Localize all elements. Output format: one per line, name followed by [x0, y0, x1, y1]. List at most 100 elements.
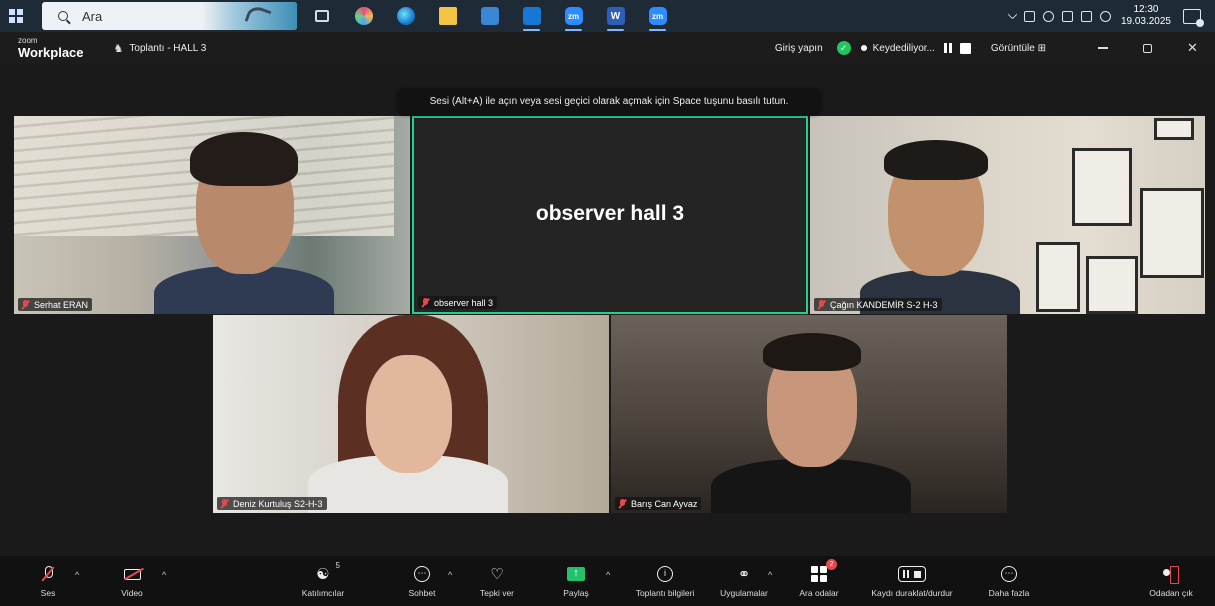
meeting-info-button[interactable]: i Toplantı bilgileri [622, 556, 708, 606]
video-tile[interactable]: Çağın KANDEMİR S-2 H-3 [810, 116, 1205, 314]
info-icon: i [657, 566, 673, 582]
display-icon[interactable] [1080, 10, 1092, 22]
security-shield-icon[interactable]: ✓ [836, 41, 851, 55]
breakout-badge: 2 [826, 559, 837, 570]
meeting-controls-toolbar: Ses ^ Video ^ ☯ 5 Katılımcılar ⋯ Sohbet ^… [0, 556, 1215, 606]
wall-certificate-image [1140, 188, 1204, 278]
recording-status: Keydediliyor... [872, 42, 935, 54]
participant-name: Deniz Kurtuluş S2-H-3 [233, 498, 323, 509]
video-off-icon [123, 568, 141, 580]
search-icon [52, 2, 74, 30]
edge-icon [396, 7, 415, 25]
unmute-hint-tooltip: Sesi (Alt+A) ile açın veya sesi geçici o… [397, 88, 821, 114]
store-icon [480, 7, 499, 25]
record-controls-button[interactable]: Kaydı duraklat/durdur [858, 556, 966, 606]
participant-name: Serhat ERAN [34, 299, 89, 310]
participant-name-tag: Barış Can Ayvaz [615, 497, 702, 510]
pause-stop-recording-icon [898, 566, 926, 582]
taskbar-edge[interactable] [389, 0, 422, 32]
minimize-button[interactable] [1080, 32, 1125, 64]
pinned-apps: zm W zm [305, 0, 674, 32]
file-explorer-icon [438, 7, 457, 25]
taskbar-search-box[interactable]: Ara [42, 2, 297, 30]
taskbar-outlook[interactable] [515, 0, 548, 32]
restore-button[interactable] [1125, 32, 1170, 64]
camera-feed [810, 116, 1205, 314]
windows-taskbar: Ara zm W zm 12:30 19.03.2025 [0, 0, 1215, 32]
react-label: Tepki ver [479, 588, 514, 598]
muted-microphone-icon [42, 566, 54, 582]
taskbar-task-view[interactable] [305, 0, 338, 32]
leave-room-button[interactable]: Odadan çık [1142, 556, 1200, 606]
participant-name-tag: Çağın KANDEMİR S-2 H-3 [814, 298, 942, 311]
volume-icon[interactable] [1099, 10, 1111, 22]
taskbar-word[interactable]: W [599, 0, 632, 32]
signin-link[interactable]: Giriş yapın [775, 43, 823, 54]
taskbar-zoom-2[interactable]: zm [641, 0, 674, 32]
start-button[interactable] [0, 0, 32, 32]
outlook-icon [522, 7, 541, 25]
video-tile[interactable]: Serhat ERAN [14, 116, 410, 314]
taskbar-store[interactable] [473, 0, 506, 32]
breakout-rooms-button[interactable]: 2 Ara odalar [791, 556, 847, 606]
participant-silhouette [154, 126, 334, 314]
taskbar-zoom-1[interactable]: zm [557, 0, 590, 32]
zoom-app-icon: zm [564, 7, 583, 25]
recording-dot-icon [860, 45, 867, 51]
video-button[interactable]: Video [112, 556, 152, 606]
more-icon: ⋯ [1001, 566, 1017, 582]
leave-room-icon [1163, 566, 1179, 584]
wall-certificate-image [1154, 118, 1194, 140]
muted-mic-icon [618, 498, 627, 509]
video-tile[interactable]: Deniz Kurtuluş S2-H-3 [213, 315, 609, 513]
participant-silhouette [850, 140, 1020, 314]
tray-app-icon[interactable] [1023, 10, 1035, 22]
camera-feed [611, 315, 1007, 513]
breakout-rooms-icon [811, 566, 827, 582]
meeting-info-label: Toplantı bilgileri [635, 588, 695, 598]
tray-location-icon[interactable] [1042, 10, 1054, 22]
more-button[interactable]: ⋯ Daha fazla [985, 556, 1033, 606]
muted-mic-icon [817, 299, 826, 310]
participants-button[interactable]: ☯ 5 Katılımcılar [290, 556, 356, 606]
share-options-caret-icon[interactable]: ^ [606, 570, 614, 580]
more-label: Daha fazla [988, 588, 1030, 598]
notification-center-icon[interactable] [1183, 8, 1204, 27]
camera-feed [14, 116, 410, 314]
audio-button[interactable]: Ses [28, 556, 68, 606]
apps-button[interactable]: ⚭ Uygulamalar [713, 556, 775, 606]
stop-recording-icon[interactable] [959, 42, 971, 54]
clock-date: 19.03.2025 [1120, 16, 1171, 27]
video-tile[interactable]: Barış Can Ayvaz [611, 315, 1007, 513]
view-button[interactable]: Görüntüle ⊞ [991, 43, 1046, 54]
taskbar-copilot[interactable] [347, 0, 380, 32]
show-hidden-icons-chevron-icon[interactable] [1007, 9, 1018, 19]
video-options-caret-icon[interactable]: ^ [162, 570, 170, 580]
wall-certificate-image [1072, 148, 1132, 226]
audio-options-caret-icon[interactable]: ^ [75, 570, 83, 580]
participants-icon: ☯ [316, 566, 330, 583]
muted-mic-icon [21, 299, 30, 310]
participant-silhouette [711, 329, 911, 513]
share-label: Paylaş [563, 588, 589, 598]
breakout-rooms-label: Ara odalar [799, 588, 839, 598]
close-button[interactable]: ✕ [1170, 32, 1215, 64]
zoom-app-icon: zm [648, 7, 667, 25]
participant-name-tag: Serhat ERAN [18, 298, 93, 311]
zoom-workplace-logo: zoom Workplace [18, 36, 84, 60]
chat-options-caret-icon[interactable]: ^ [448, 570, 456, 580]
video-tile-active-speaker[interactable]: observer hall 3 observer hall 3 [412, 116, 808, 314]
apps-icon: ⚭ [737, 566, 751, 583]
network-icon[interactable] [1061, 10, 1073, 22]
video-label: Video [121, 588, 143, 598]
taskbar-file-explorer[interactable] [431, 0, 464, 32]
share-button[interactable]: ↑ Paylaş [556, 556, 596, 606]
react-button[interactable]: ♡ Tepki ver [474, 556, 520, 606]
audio-label: Ses [40, 588, 56, 598]
participants-count: 5 [335, 561, 340, 570]
pause-recording-icon[interactable] [943, 43, 954, 54]
participant-name: Barış Can Ayvaz [631, 498, 698, 509]
apps-options-caret-icon[interactable]: ^ [768, 570, 776, 580]
taskbar-clock[interactable]: 12:30 19.03.2025 [1121, 4, 1171, 28]
chat-button[interactable]: ⋯ Sohbet [402, 556, 442, 606]
